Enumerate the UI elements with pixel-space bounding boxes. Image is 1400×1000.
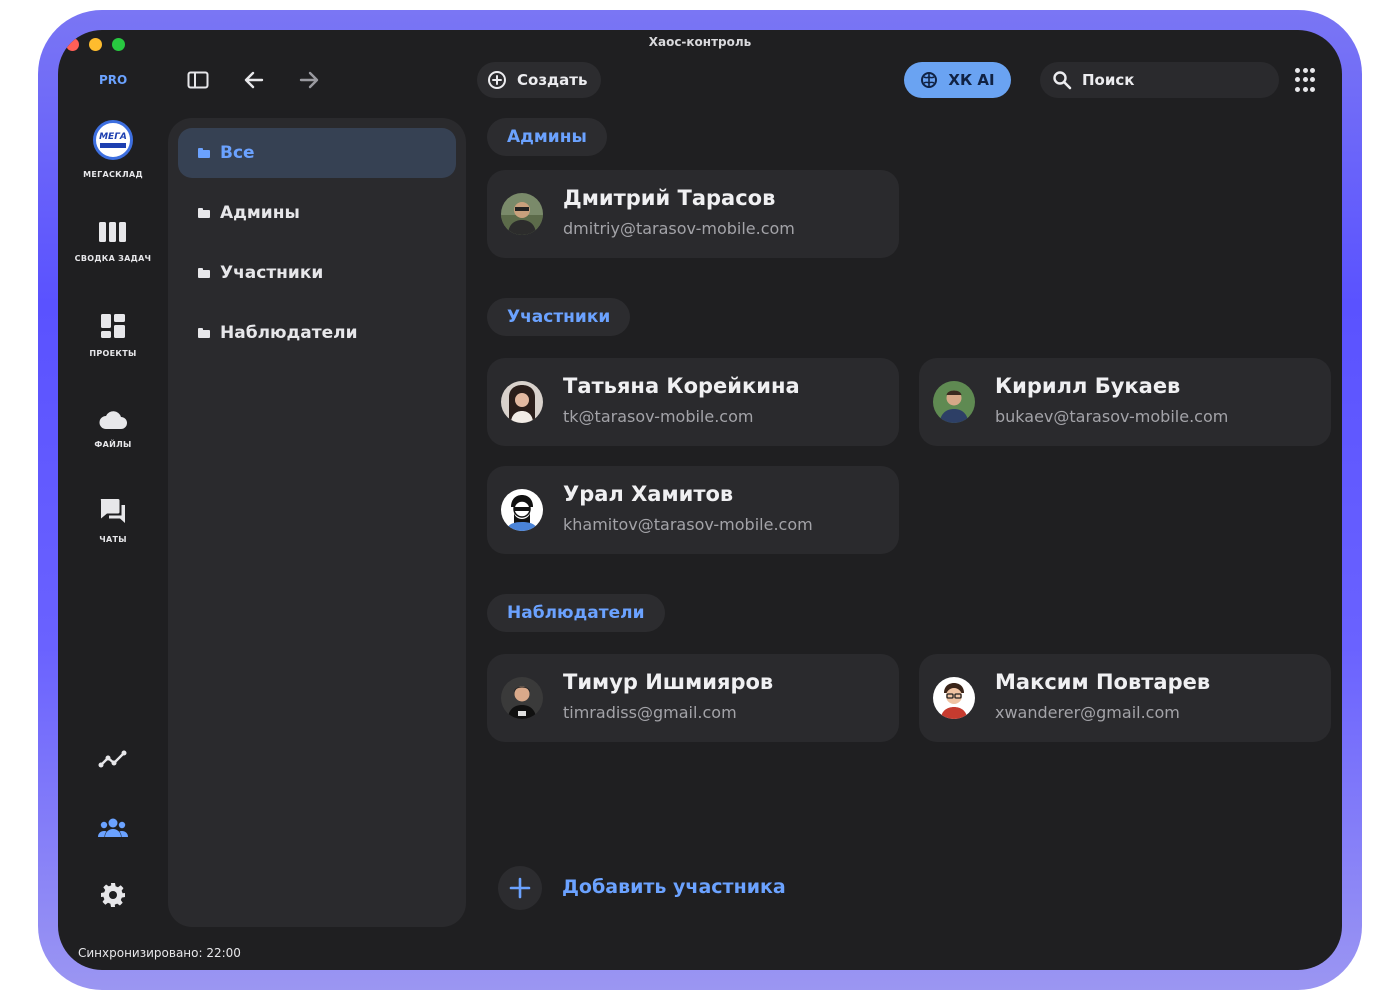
member-card[interactable]: Кирилл Букаев bukaev@tarasov-mobile.com [919, 358, 1331, 446]
member-name: Дмитрий Тарасов [563, 186, 776, 210]
arrow-right-icon [299, 71, 319, 89]
add-member-button[interactable] [498, 866, 542, 910]
workspace-label: МЕГАСКЛАД [83, 170, 143, 179]
logo-text: МЕГА [99, 131, 127, 142]
folder-label: Админы [220, 203, 300, 223]
folder-participants[interactable]: Участники [178, 248, 456, 298]
cloud-icon [99, 411, 127, 429]
avatar [501, 489, 543, 531]
member-card[interactable]: Татьяна Корейкина tk@tarasov-mobile.com [487, 358, 899, 446]
dashboard-icon [101, 314, 125, 338]
apps-grid-button[interactable] [1295, 68, 1315, 92]
rail-item-projects[interactable]: ПРОЕКТЫ [58, 313, 168, 358]
rail-item-chats[interactable]: ЧАТЫ [58, 497, 168, 544]
folder-all[interactable]: Все [178, 128, 456, 178]
avatar [501, 677, 543, 719]
member-name: Максим Повтарев [995, 670, 1211, 694]
create-button[interactable]: Создать [477, 62, 602, 98]
avatar [933, 677, 975, 719]
member-email: xwanderer@gmail.com [995, 703, 1180, 722]
window-title: Хаос-контроль [648, 35, 752, 49]
rail-label-files: ФАЙЛЫ [94, 440, 132, 449]
megasklad-logo: МЕГА [93, 120, 133, 160]
team-button[interactable] [58, 817, 168, 839]
rail-label-chats: ЧАТЫ [99, 535, 127, 544]
folder-label: Участники [220, 263, 324, 283]
ai-button-label: ХК AI [948, 71, 995, 89]
create-button-label: Создать [517, 71, 588, 89]
arrow-left-icon [244, 71, 264, 89]
add-member-label[interactable]: Добавить участника [562, 876, 786, 898]
toggle-sidebar-button[interactable] [186, 68, 210, 92]
gear-icon [101, 883, 125, 907]
section-header-admins[interactable]: Админы [487, 118, 607, 156]
search-field[interactable]: Поиск [1040, 62, 1279, 98]
sidebar-icon [187, 71, 209, 89]
member-card[interactable]: Тимур Ишмияров timradiss@gmail.com [487, 654, 899, 742]
folder-label: Наблюдатели [220, 323, 358, 343]
member-email: tk@tarasov-mobile.com [563, 407, 754, 426]
folder-icon [198, 328, 210, 338]
member-card[interactable]: Урал Хамитов khamitov@tarasov-mobile.com [487, 466, 899, 554]
folder-icon [198, 148, 210, 158]
team-icon [98, 818, 128, 837]
chat-icon [100, 499, 125, 523]
folder-admins[interactable]: Админы [178, 188, 456, 238]
rail-item-files[interactable]: ФАЙЛЫ [58, 408, 168, 449]
search-placeholder: Поиск [1082, 71, 1135, 89]
section-header-participants[interactable]: Участники [487, 298, 631, 336]
sync-status: Синхронизировано: 22:00 [78, 946, 241, 960]
member-card[interactable]: Максим Повтарев xwanderer@gmail.com [919, 654, 1331, 742]
section-header-observers[interactable]: Наблюдатели [487, 594, 665, 632]
avatar [933, 381, 975, 423]
search-icon [1053, 71, 1072, 90]
rail-label-projects: ПРОЕКТЫ [89, 349, 137, 358]
folder-icon [198, 208, 210, 218]
member-name: Урал Хамитов [563, 482, 734, 506]
rail-item-tasks-summary[interactable]: СВОДКА ЗАДАЧ [58, 220, 168, 263]
member-name: Татьяна Корейкина [563, 374, 800, 398]
forward-button[interactable] [297, 68, 321, 92]
rail-label-tasks-summary: СВОДКА ЗАДАЧ [74, 254, 152, 263]
avatar [501, 381, 543, 423]
settings-button[interactable] [58, 882, 168, 908]
member-name: Кирилл Букаев [995, 374, 1181, 398]
plus-circle-icon [488, 71, 506, 89]
workspace-megasklad[interactable]: МЕГА МЕГАСКЛАД [58, 120, 168, 179]
folder-observers[interactable]: Наблюдатели [178, 308, 456, 358]
avatar [501, 193, 543, 235]
folder-icon [198, 268, 210, 278]
brain-icon [921, 72, 938, 88]
columns-icon [99, 222, 126, 242]
analytics-icon [98, 750, 127, 768]
ai-assistant-button[interactable]: ХК AI [904, 62, 1011, 98]
member-name: Тимур Ишмияров [563, 670, 774, 694]
back-button[interactable] [242, 68, 266, 92]
member-card[interactable]: Дмитрий Тарасов dmitriy@tarasov-mobile.c… [487, 170, 899, 258]
member-email: khamitov@tarasov-mobile.com [563, 515, 813, 534]
member-email: bukaev@tarasov-mobile.com [995, 407, 1229, 426]
member-email: timradiss@gmail.com [563, 703, 737, 722]
app-window: Хаос-контроль PRO Создать ХК AI Поиск МЕ… [58, 30, 1342, 970]
analytics-button[interactable] [58, 748, 168, 770]
member-email: dmitriy@tarasov-mobile.com [563, 219, 795, 238]
plus-icon [509, 877, 531, 899]
pro-badge: PRO [99, 73, 128, 87]
folder-label: Все [220, 143, 255, 163]
folder-panel: Все Админы Участники Наблюдатели [168, 118, 466, 927]
